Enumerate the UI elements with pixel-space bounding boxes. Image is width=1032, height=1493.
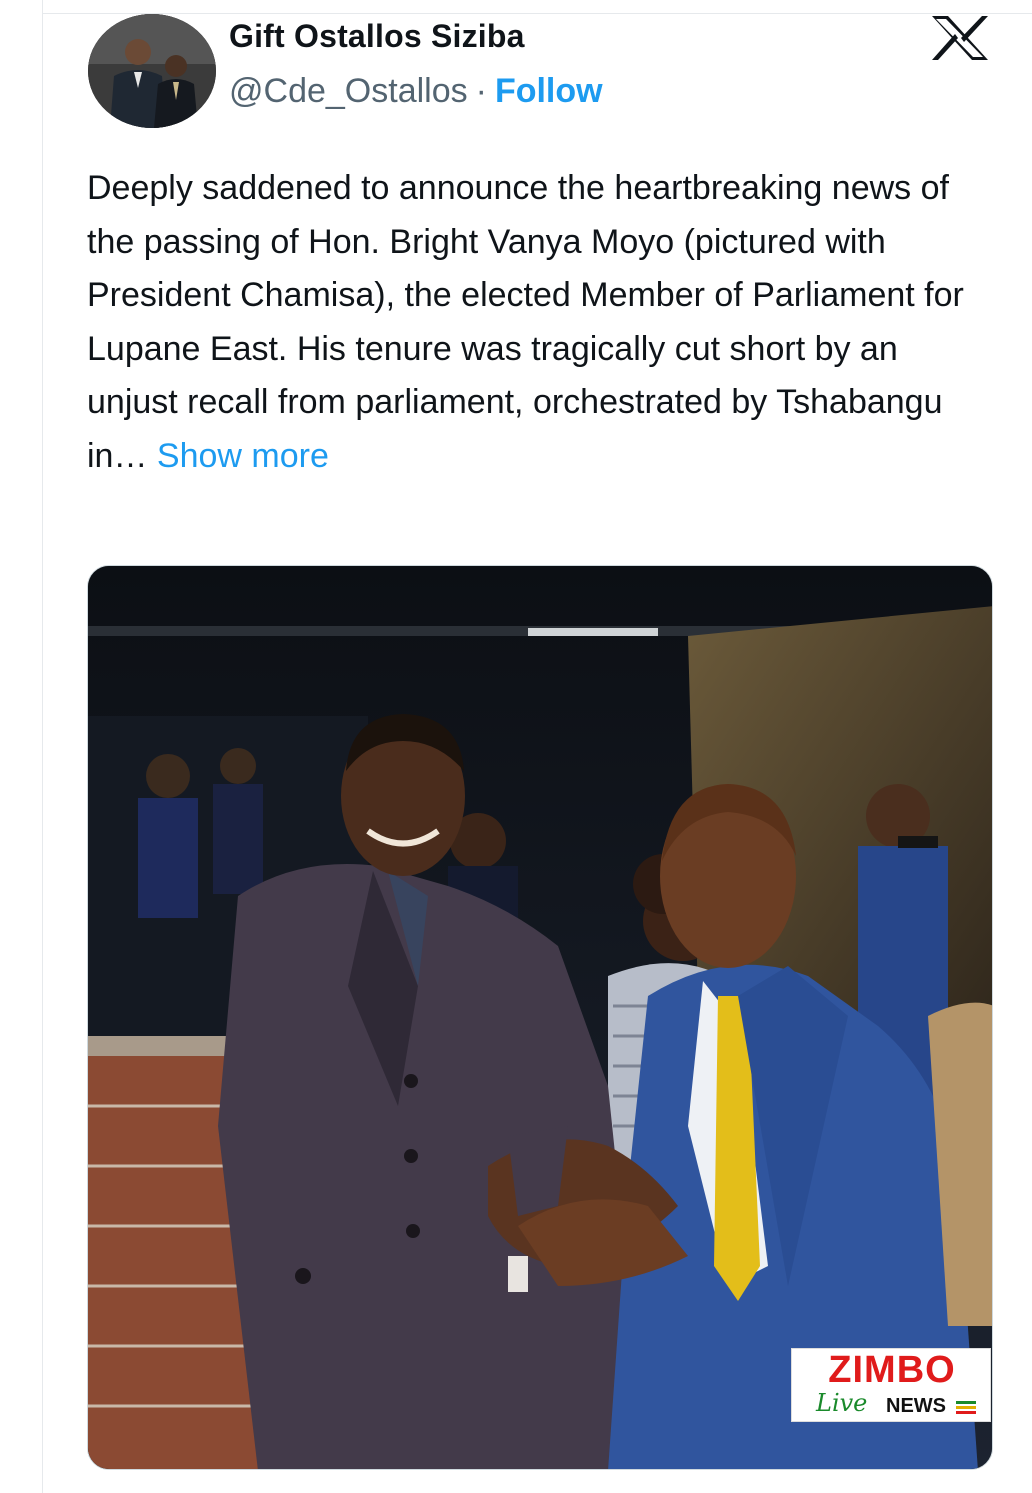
tweet-body: Deeply saddened to announce the heartbre… [87,169,964,475]
watermark-logo: ZIMBO Live NEWS [791,1348,991,1422]
show-more-link[interactable]: Show more [157,437,329,475]
handle-row: @Cde_Ostallos · Follow [229,72,603,111]
display-name[interactable]: Gift Ostallos Siziba [229,18,525,55]
separator-dot: · [475,72,487,110]
follow-button[interactable]: Follow [495,72,603,110]
left-divider [42,0,43,1493]
avatar-photo [88,14,216,128]
watermark-news: NEWS [886,1395,946,1417]
tweet-text: Deeply saddened to announce the heartbre… [87,162,987,483]
watermark-title: ZIMBO [828,1349,956,1391]
photo-scene [88,566,992,1469]
top-divider [42,13,1032,14]
watermark-live: Live [816,1389,868,1417]
flag-stripes-icon [956,1401,976,1415]
tweet-photo[interactable]: ZIMBO Live NEWS [87,565,993,1470]
handle[interactable]: @Cde_Ostallos [229,72,468,110]
avatar[interactable] [88,14,216,128]
x-logo-icon[interactable] [928,14,992,62]
